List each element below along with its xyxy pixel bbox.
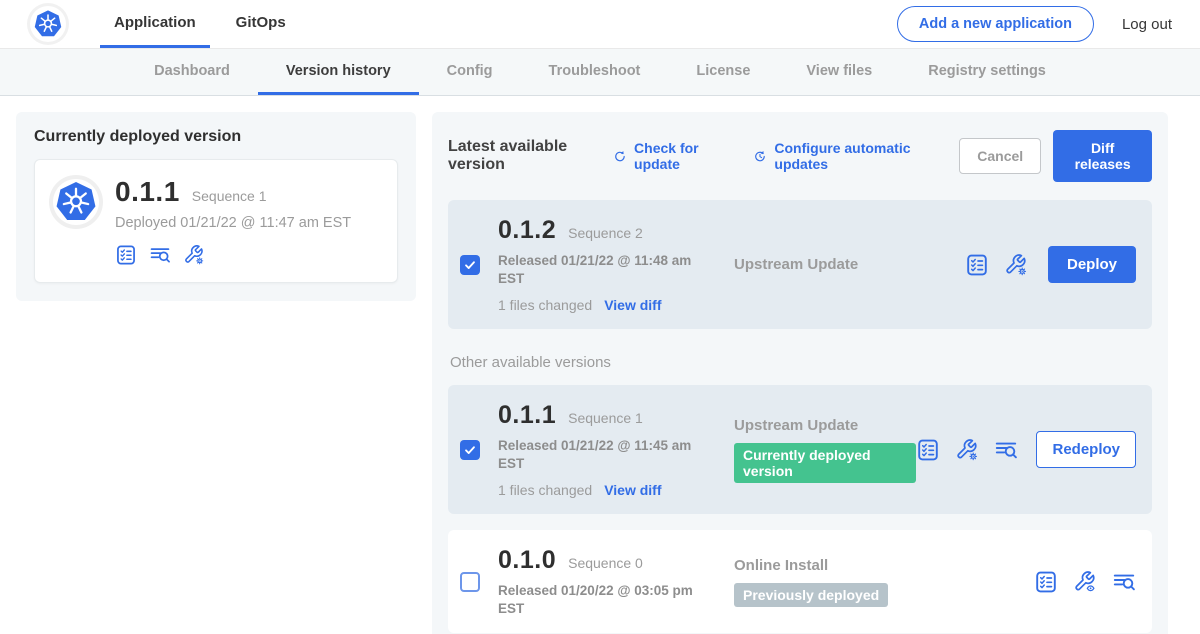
deployed-version-card: 0.1.1 Sequence 1 Deployed 01/21/22 @ 11:… (34, 159, 398, 283)
app-sub-nav: Dashboard Version history Config Trouble… (0, 49, 1200, 96)
nav-tab-application[interactable]: Application (100, 0, 210, 48)
clock-refresh-icon (753, 148, 767, 165)
app-logo (53, 179, 99, 225)
version-source: Upstream Update (734, 256, 965, 273)
deployed-timestamp: Deployed 01/21/22 @ 11:47 am EST (115, 215, 351, 231)
version-info: 0.1.0 Sequence 0 Released 01/20/22 @ 03:… (498, 546, 724, 617)
version-info: 0.1.2 Sequence 2 Released 01/21/22 @ 11:… (498, 216, 724, 313)
refresh-icon (613, 148, 627, 165)
deployed-sequence-label: Sequence 1 (192, 188, 267, 204)
nav-tab-gitops[interactable]: GitOps (222, 0, 300, 48)
wrench-gear-icon[interactable] (183, 244, 205, 266)
version-actions (1034, 570, 1136, 594)
version-checkbox[interactable] (460, 440, 480, 460)
currently-deployed-badge: Currently deployed version (734, 443, 916, 483)
files-changed-label: 1 files changed (498, 482, 592, 498)
check-icon (463, 443, 477, 457)
version-source: Upstream Update Currently deployed versi… (734, 417, 916, 483)
tab-dashboard[interactable]: Dashboard (126, 49, 258, 95)
wrench-eye-icon[interactable] (1073, 570, 1097, 594)
logout-link[interactable]: Log out (1122, 16, 1172, 33)
version-actions: Redeploy (916, 431, 1136, 468)
view-diff-link[interactable]: View diff (604, 297, 661, 313)
other-available-versions-label: Other available versions (450, 354, 1152, 371)
version-actions: Deploy (965, 246, 1136, 283)
latest-available-version-title: Latest available version (448, 138, 597, 174)
sequence-label: Sequence 2 (568, 225, 643, 241)
main-content: Currently deployed version 0.1.1 Sequenc… (0, 96, 1200, 634)
source-label: Upstream Update (734, 256, 965, 273)
released-timestamp: Released 01/20/22 @ 03:05 pm EST (498, 582, 708, 617)
previously-deployed-badge: Previously deployed (734, 583, 888, 607)
version-row-0-1-0: 0.1.0 Sequence 0 Released 01/20/22 @ 03:… (448, 530, 1152, 633)
version-checkbox[interactable] (460, 255, 480, 275)
version-info: 0.1.1 Sequence 1 Released 01/21/22 @ 11:… (498, 401, 724, 498)
version-row-0-1-2: 0.1.2 Sequence 2 Released 01/21/22 @ 11:… (448, 200, 1152, 329)
source-label: Online Install (734, 557, 1034, 574)
redeploy-button[interactable]: Redeploy (1036, 431, 1136, 468)
add-new-application-button[interactable]: Add a new application (897, 6, 1094, 42)
version-number: 0.1.1 (498, 401, 556, 430)
released-timestamp: Released 01/21/22 @ 11:45 am EST (498, 437, 708, 472)
tab-license[interactable]: License (668, 49, 778, 95)
deployed-version-info: 0.1.1 Sequence 1 Deployed 01/21/22 @ 11:… (115, 176, 351, 266)
diff-releases-button[interactable]: Diff releases (1053, 130, 1152, 182)
helm-wheel-icon (54, 180, 98, 224)
deployed-card-title: Currently deployed version (34, 128, 398, 146)
tab-troubleshoot[interactable]: Troubleshoot (521, 49, 669, 95)
wrench-gear-icon[interactable] (955, 438, 979, 462)
deployed-version-number: 0.1.1 (115, 176, 180, 208)
version-checkbox[interactable] (460, 572, 480, 592)
top-nav: Application GitOps Add a new application… (0, 0, 1200, 49)
wrench-gear-icon[interactable] (1004, 253, 1028, 277)
released-timestamp: Released 01/21/22 @ 11:48 am EST (498, 252, 708, 287)
lines-magnifier-icon[interactable] (994, 438, 1018, 462)
kubernetes-logo[interactable] (30, 6, 66, 42)
tab-registry-settings[interactable]: Registry settings (900, 49, 1074, 95)
checklist-icon[interactable] (916, 438, 940, 462)
checklist-icon[interactable] (965, 253, 989, 277)
files-changed-label: 1 files changed (498, 297, 592, 313)
lines-magnifier-icon[interactable] (1112, 570, 1136, 594)
sequence-label: Sequence 1 (568, 410, 643, 426)
deploy-button[interactable]: Deploy (1048, 246, 1136, 283)
tab-config[interactable]: Config (419, 49, 521, 95)
sequence-label: Sequence 0 (568, 555, 643, 571)
configure-automatic-updates-link[interactable]: Configure automatic updates (753, 140, 933, 172)
check-for-update-link[interactable]: Check for update (613, 140, 727, 172)
row-gap (448, 514, 1152, 530)
version-number: 0.1.2 (498, 216, 556, 245)
version-history-panel: Latest available version Check for updat… (432, 112, 1168, 634)
view-diff-link[interactable]: View diff (604, 482, 661, 498)
lines-magnifier-icon[interactable] (149, 244, 171, 266)
source-label: Upstream Update (734, 417, 916, 434)
checklist-icon[interactable] (115, 244, 137, 266)
version-number: 0.1.0 (498, 546, 556, 575)
tab-version-history[interactable]: Version history (258, 49, 419, 95)
check-icon (463, 258, 477, 272)
helm-wheel-icon (33, 9, 63, 39)
version-source: Online Install Previously deployed (734, 557, 1034, 607)
cancel-button[interactable]: Cancel (959, 138, 1041, 174)
topnav-spacer (312, 0, 897, 48)
tab-view-files[interactable]: View files (778, 49, 900, 95)
currently-deployed-card: Currently deployed version 0.1.1 Sequenc… (16, 112, 416, 301)
panel-header: Latest available version Check for updat… (448, 130, 1152, 182)
version-row-0-1-1: 0.1.1 Sequence 1 Released 01/21/22 @ 11:… (448, 385, 1152, 514)
checklist-icon[interactable] (1034, 570, 1058, 594)
